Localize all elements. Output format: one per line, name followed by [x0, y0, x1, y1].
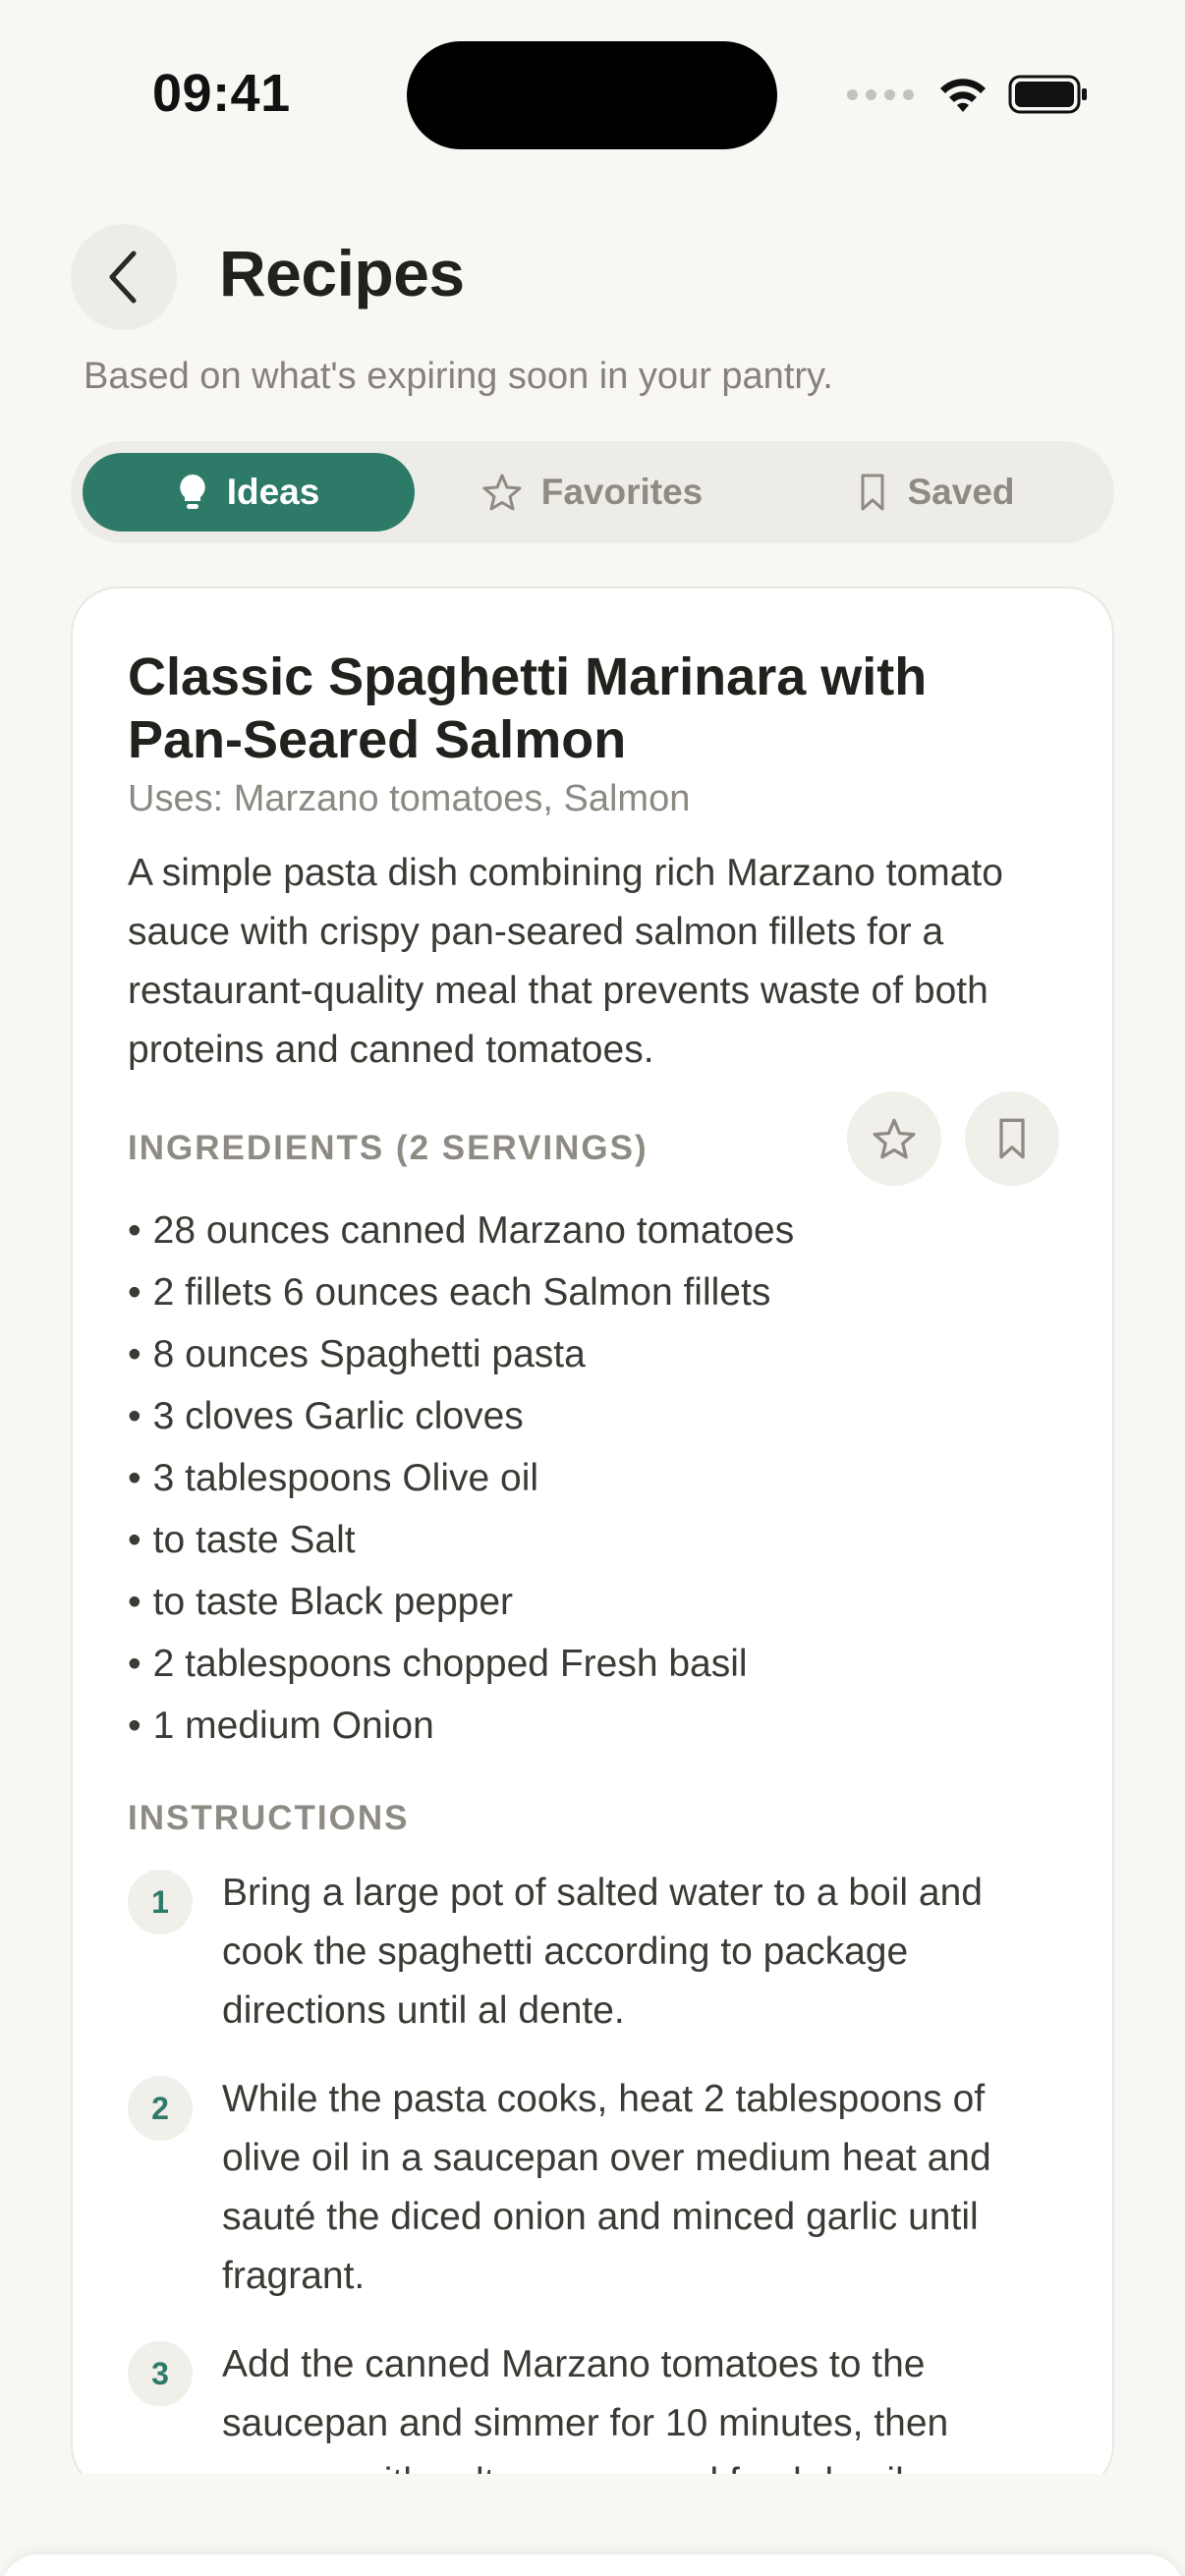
step-number: 1 — [128, 1870, 193, 1934]
list-item: • 2 fillets 6 ounces each Salmon fillets — [128, 1271, 771, 1314]
ingredient-text: to taste Salt — [152, 1519, 356, 1561]
list-item: • 3 tablespoons Olive oil — [128, 1457, 539, 1499]
tab-ideas[interactable]: Ideas — [83, 453, 415, 532]
list-item: • to taste Black pepper — [128, 1581, 514, 1623]
page-subtitle: Based on what's expiring soon in your pa… — [84, 356, 833, 397]
step-number: 2 — [128, 2076, 193, 2141]
tab-saved[interactable]: Saved — [770, 453, 1102, 532]
page-title: Recipes — [219, 237, 465, 309]
instructions-heading: INSTRUCTIONS — [128, 1799, 410, 1837]
ingredients-heading: INGREDIENTS (2 SERVINGS) — [128, 1129, 649, 1167]
bookmark-icon — [861, 474, 884, 511]
recipes-screen: 09:41 Recipes Based on what's expiring s… — [0, 0, 1185, 2576]
bookmark-icon — [999, 1118, 1025, 1159]
recipe-description: A simple pasta dish combining rich Marza… — [128, 852, 1003, 1071]
list-item: • 2 tablespoons chopped Fresh basil — [128, 1643, 748, 1685]
list-item: • 3 cloves Garlic cloves — [128, 1395, 524, 1437]
step-text: Add the canned Marzano tomatoes to the s… — [222, 2343, 949, 2491]
step-number: 3 — [128, 2341, 193, 2406]
recipe-uses: Uses: Marzano tomatoes, Salmon — [128, 778, 691, 819]
wifi-icon — [940, 79, 986, 112]
save-button[interactable] — [965, 1092, 1059, 1186]
ingredients-list: • 28 ounces canned Marzano tomatoes • 2 fi… — [128, 1200, 794, 1757]
status-time: 09:41 — [152, 64, 291, 123]
tab-favorites[interactable]: Favorites — [426, 453, 759, 532]
star-icon — [482, 474, 522, 511]
ingredient-text: 8 ounces Spaghetti pasta — [152, 1333, 586, 1375]
dynamic-island — [407, 41, 777, 149]
recipe-card[interactable]: Classic Spaghetti Marinara with Pan-Sear… — [71, 587, 1114, 2492]
tab-ideas-label: Ideas — [226, 472, 320, 512]
ingredient-text: 3 tablespoons Olive oil — [152, 1457, 539, 1499]
ingredient-text: 28 ounces canned Marzano tomatoes — [152, 1209, 795, 1252]
list-item: • to taste Salt — [128, 1519, 356, 1561]
list-item: • 8 ounces Spaghetti pasta — [128, 1333, 586, 1375]
ingredient-text: 2 tablespoons chopped Fresh basil — [152, 1643, 748, 1685]
battery-icon — [1008, 75, 1087, 114]
list-item: • 1 medium Onion — [128, 1705, 434, 1747]
recipe-title: Classic Spaghetti Marinara with Pan-Sear… — [128, 647, 928, 769]
step-text: While the pasta cooks, heat 2 tablespoon… — [222, 2078, 991, 2297]
tab-saved-label: Saved — [907, 472, 1015, 512]
ingredient-text: to taste Black pepper — [152, 1581, 514, 1623]
tab-favorites-label: Favorites — [540, 472, 704, 512]
status-icons — [847, 69, 1089, 120]
chevron-left-icon — [109, 251, 137, 304]
ingredient-text: 3 cloves Garlic cloves — [152, 1395, 524, 1437]
ingredient-text: 2 fillets 6 ounces each Salmon fillets — [152, 1271, 771, 1314]
back-button[interactable] — [71, 224, 177, 330]
step-text: Bring a large pot of salted water to a b… — [222, 1872, 983, 2032]
ingredient-text: 1 medium Onion — [152, 1705, 434, 1747]
lightbulb-icon — [179, 475, 205, 509]
list-item: • 28 ounces canned Marzano tomatoes — [128, 1209, 795, 1252]
cellular-signal-icon — [847, 88, 914, 100]
favorite-button[interactable] — [847, 1092, 941, 1186]
recipe-tabs: Ideas Favorites Saved — [71, 441, 1114, 543]
star-icon — [873, 1118, 916, 1159]
bottom-sheet[interactable] — [0, 2554, 1185, 2576]
